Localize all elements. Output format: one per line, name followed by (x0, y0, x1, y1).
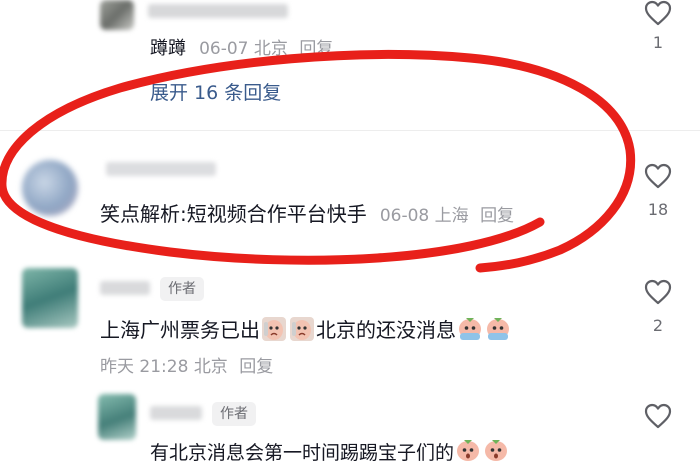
comment-date: 昨天 21:28 (100, 357, 189, 377)
comment-text: 蹲蹲 (150, 38, 186, 59)
heart-icon (644, 0, 672, 26)
like-button[interactable] (636, 403, 680, 429)
comment-text: 有北京消息会第一时间踢踢宝子们的 (150, 438, 510, 465)
like-count: 2 (652, 316, 664, 335)
comment-meta: 昨天 21:28 北京 回复 (100, 352, 273, 377)
comment-row: 蹲蹲 06-07 北京 回复 (150, 34, 333, 60)
divider (0, 130, 700, 131)
like-button[interactable]: 2 (636, 279, 680, 335)
comment-text: 笑点解析:短视频合作平台快手 (100, 202, 367, 226)
avatar[interactable] (100, 0, 134, 30)
expand-replies-button[interactable]: 展开 16 条回复 (150, 78, 281, 105)
author-tag: 作者 (212, 402, 256, 426)
like-count: 18 (647, 200, 669, 219)
like-button[interactable]: 18 (636, 163, 680, 219)
surprised-emoji-icon (457, 440, 480, 461)
username-blurred[interactable] (100, 281, 150, 295)
comment-location: 上海 (434, 206, 469, 226)
surprised-emoji-icon (459, 318, 481, 340)
surprised-emoji-icon (487, 318, 509, 340)
heart-icon (644, 279, 672, 305)
comment-date: 06-08 (379, 206, 430, 226)
comment-text-part-1: 上海广州票务已出 (100, 318, 260, 342)
username-blurred[interactable] (148, 4, 288, 18)
avatar[interactable] (22, 160, 78, 216)
username-blurred[interactable] (106, 162, 216, 176)
comment-text-part-1: 有北京消息会第一时间踢踢宝子们的 (150, 442, 455, 464)
reply-button[interactable]: 回复 (239, 357, 273, 377)
surprised-emoji-icon (485, 440, 508, 461)
heart-icon (644, 403, 672, 429)
reply-button[interactable]: 回复 (299, 39, 333, 59)
avatar[interactable] (98, 394, 136, 440)
crying-emoji-icon (290, 317, 314, 341)
comment-location: 北京 (193, 357, 228, 377)
comment-text: 上海广州票务已出 北京的还没消息 (100, 314, 512, 343)
username-blurred[interactable] (150, 406, 202, 420)
heart-icon (644, 163, 672, 189)
author-tag: 作者 (160, 277, 204, 301)
comment-row: 笑点解析:短视频合作平台快手 06-08 上海 回复 (100, 198, 514, 227)
crying-emoji-icon (262, 317, 286, 341)
avatar[interactable] (22, 268, 78, 328)
reply-button[interactable]: 回复 (480, 206, 514, 226)
like-button[interactable]: 1 (636, 0, 680, 52)
comment-date: 06-07 (199, 39, 249, 59)
comment-location: 北京 (253, 39, 288, 59)
comment-text-part-2: 北京的还没消息 (316, 318, 456, 342)
like-count: 1 (652, 33, 664, 52)
